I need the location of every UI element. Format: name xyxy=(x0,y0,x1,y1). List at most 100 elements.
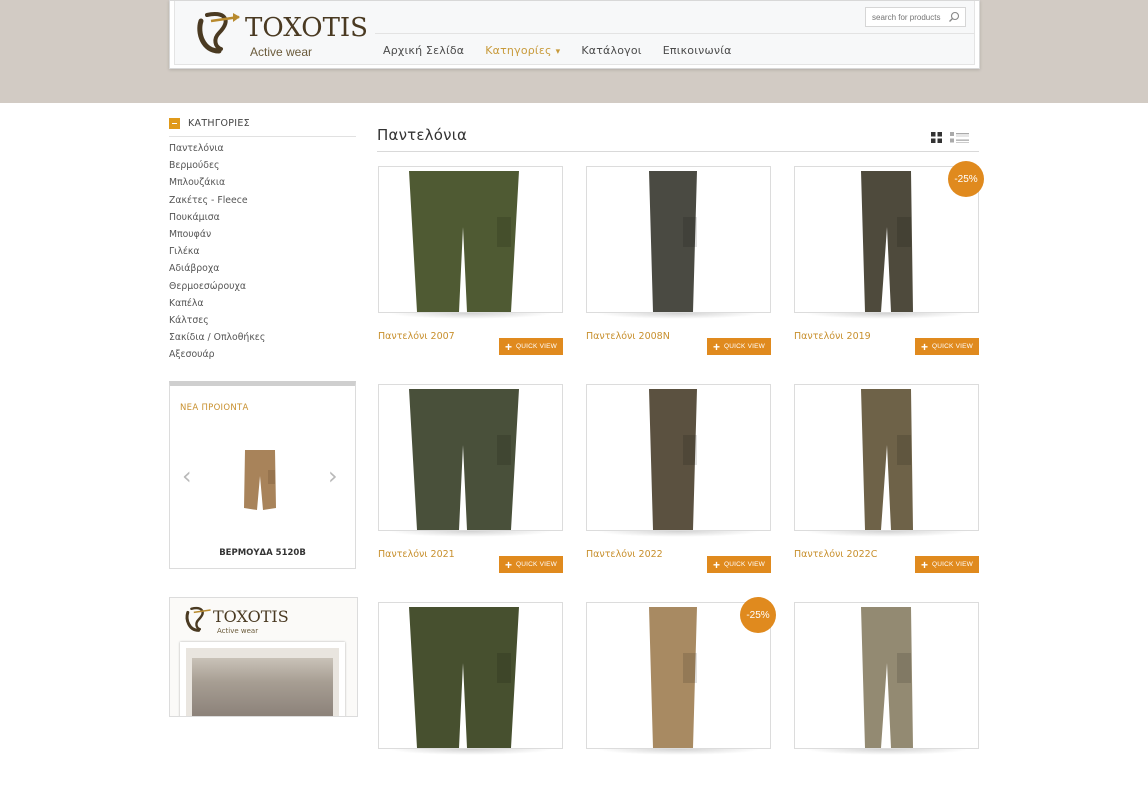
category-link[interactable]: Κάλτσες xyxy=(169,315,265,332)
quick-view-label: QUICK VIEW xyxy=(932,561,974,568)
quick-view-label: QUICK VIEW xyxy=(724,343,766,350)
nav-categories-label: Κατηγορίες xyxy=(485,44,552,57)
product-card: -25% xyxy=(586,597,776,792)
new-products-widget: ΝΕΑ ΠΡΟΙΟΝΤΑ ‹ › ΒΕΡΜΟΥΔΑ 5120Β xyxy=(169,381,356,569)
quick-view-button[interactable]: + QUICK VIEW xyxy=(915,338,979,355)
new-products-title: ΝΕΑ ΠΡΟΙΟΝΤΑ xyxy=(180,403,249,413)
image-shadow xyxy=(596,749,761,755)
discount-badge: -25% xyxy=(948,161,984,197)
nav-home[interactable]: Αρχική Σελίδα xyxy=(383,44,464,57)
category-list: Παντελόνια Βερμούδες Μπλουζάκια Ζακέτες … xyxy=(169,143,265,366)
quick-view-button[interactable]: + QUICK VIEW xyxy=(499,556,563,573)
category-link[interactable]: Γιλέκα xyxy=(169,246,265,263)
nav-catalogs[interactable]: Κατάλογοι xyxy=(581,44,641,57)
product-card: Παντελόνι 2022C + QUICK VIEW xyxy=(794,384,979,574)
nav-contact[interactable]: Επικοινωνία xyxy=(663,44,732,57)
category-link[interactable]: Αξεσουάρ xyxy=(169,349,265,366)
product-card: Παντελόνι 2019 + QUICK VIEW -25% xyxy=(794,161,984,356)
list-view-icon[interactable] xyxy=(950,132,969,143)
quick-view-label: QUICK VIEW xyxy=(724,561,766,568)
logo-text: TOXOTIS xyxy=(245,13,368,43)
image-shadow xyxy=(596,313,761,319)
quick-view-button[interactable]: + QUICK VIEW xyxy=(707,556,771,573)
category-link[interactable]: Παντελόνια xyxy=(169,143,265,160)
image-shadow xyxy=(388,531,553,537)
collapse-icon[interactable] xyxy=(169,118,180,129)
quick-view-label: QUICK VIEW xyxy=(516,343,558,350)
quick-view-button[interactable]: + QUICK VIEW xyxy=(915,556,979,573)
product-image[interactable] xyxy=(794,384,979,531)
search-box xyxy=(865,7,966,27)
catalog-logo-subtitle: Active wear xyxy=(217,627,259,635)
main-nav: Αρχική Σελίδα Κατηγορίες ▾ Κατάλογοι Επικ… xyxy=(383,44,753,57)
product-card: Παντελόνι 2021 + QUICK VIEW xyxy=(378,384,563,574)
chevron-left-icon[interactable]: ‹ xyxy=(182,462,192,490)
category-link[interactable]: Μπλουζάκια xyxy=(169,177,265,194)
search-input[interactable] xyxy=(866,8,946,26)
product-card: Παντελόνι 2008N + QUICK VIEW xyxy=(586,166,771,356)
site-logo[interactable]: TOXOTIS Active wear xyxy=(193,7,368,59)
image-shadow xyxy=(804,749,969,755)
logo-subtitle: Active wear xyxy=(250,45,313,59)
category-link[interactable]: Ζακέτες - Fleece xyxy=(169,195,265,212)
product-name[interactable]: Παντελόνι 2019 xyxy=(794,331,871,342)
bow-icon xyxy=(185,607,211,632)
categories-divider xyxy=(169,136,356,137)
plus-icon: + xyxy=(712,339,720,354)
product-image[interactable] xyxy=(378,384,563,531)
grid-view-icon[interactable] xyxy=(931,132,942,143)
image-shadow xyxy=(804,531,969,537)
category-link[interactable]: Πουκάμισα xyxy=(169,212,265,229)
product-image[interactable] xyxy=(378,602,563,749)
quick-view-label: QUICK VIEW xyxy=(932,343,974,350)
nav-categories[interactable]: Κατηγορίες ▾ xyxy=(485,44,560,57)
image-shadow xyxy=(596,531,761,537)
product-image[interactable] xyxy=(586,166,771,313)
quick-view-button[interactable]: + QUICK VIEW xyxy=(707,338,771,355)
header-divider xyxy=(375,33,975,34)
category-link[interactable]: Αδιάβροχα xyxy=(169,263,265,280)
bow-icon xyxy=(197,12,240,54)
category-link[interactable]: Βερμούδες xyxy=(169,160,265,177)
category-link[interactable]: Καπέλα xyxy=(169,298,265,315)
product-name[interactable]: Παντελόνι 2008N xyxy=(586,331,670,342)
image-shadow xyxy=(388,749,553,755)
chevron-down-icon: ▾ xyxy=(555,47,561,57)
catalog-photo xyxy=(180,642,345,716)
plus-icon: + xyxy=(712,557,720,572)
product-image[interactable] xyxy=(586,384,771,531)
product-image[interactable] xyxy=(794,602,979,749)
quick-view-label: QUICK VIEW xyxy=(516,561,558,568)
catalog-logo-text: TOXOTIS xyxy=(213,607,289,626)
new-product-image[interactable] xyxy=(242,446,278,516)
categories-header[interactable]: ΚΑΤΗΓΟΡΙΕΣ xyxy=(169,118,250,129)
product-card xyxy=(378,602,563,792)
product-name[interactable]: Παντελόνι 2007 xyxy=(378,331,455,342)
image-shadow xyxy=(804,313,969,319)
discount-badge: -25% xyxy=(740,597,776,633)
product-card: Παντελόνι 2007 + QUICK VIEW xyxy=(378,166,563,356)
plus-icon: + xyxy=(504,339,512,354)
product-image[interactable] xyxy=(378,166,563,313)
product-name[interactable]: Παντελόνι 2022C xyxy=(794,549,877,560)
categories-title: ΚΑΤΗΓΟΡΙΕΣ xyxy=(188,118,250,129)
product-name[interactable]: Παντελόνι 2021 xyxy=(378,549,455,560)
category-link[interactable]: Μπουφάν xyxy=(169,229,265,246)
category-link[interactable]: Θερμοεσώρουχα xyxy=(169,281,265,298)
plus-icon: + xyxy=(504,557,512,572)
header-inner: TOXOTIS Active wear Αρχική Σελίδα Κατηγο… xyxy=(174,1,975,65)
new-product-name[interactable]: ΒΕΡΜΟΥΔΑ 5120Β xyxy=(170,548,355,558)
catalog-banner[interactable]: TOXOTIS Active wear xyxy=(169,597,358,717)
image-shadow xyxy=(388,313,553,319)
page-title: Παντελόνια xyxy=(377,126,468,144)
quick-view-button[interactable]: + QUICK VIEW xyxy=(499,338,563,355)
title-divider xyxy=(377,151,979,152)
search-icon[interactable] xyxy=(948,11,960,23)
product-card: Παντελόνι 2022 + QUICK VIEW xyxy=(586,384,771,574)
category-link[interactable]: Σακίδια / Οπλοθήκες xyxy=(169,332,265,349)
chevron-right-icon[interactable]: › xyxy=(328,462,338,490)
plus-icon: + xyxy=(920,557,928,572)
product-card xyxy=(794,602,979,792)
header: TOXOTIS Active wear Αρχική Σελίδα Κατηγο… xyxy=(169,0,980,69)
product-name[interactable]: Παντελόνι 2022 xyxy=(586,549,663,560)
